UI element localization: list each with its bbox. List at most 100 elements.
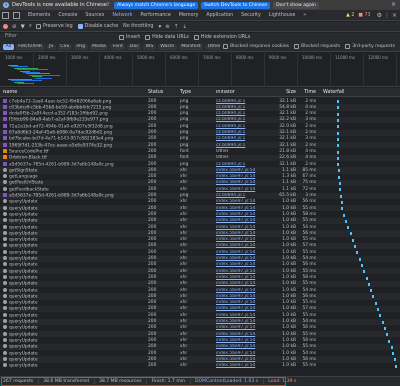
request-name[interactable]: queryUpdate	[3, 205, 143, 211]
blocked-requests-checkbox[interactable]	[294, 44, 299, 49]
type-filter-manifest[interactable]: Manifest	[178, 43, 204, 50]
request-name[interactable]: c03bdcdf-c5bb-45b8-be59-abdbb4dc7215.png	[3, 104, 143, 110]
request-name[interactable]: queryUpdate	[3, 356, 143, 362]
type-filter-css[interactable]: CSS	[57, 43, 72, 50]
request-name[interactable]: queryUpdate	[3, 199, 143, 205]
tab-memory[interactable]: Memory	[175, 10, 203, 20]
request-name[interactable]: queryUpdate	[3, 243, 143, 249]
request-name[interactable]: queryUpdate	[3, 230, 143, 236]
request-name[interactable]: queryUpdate	[3, 337, 143, 343]
invert-checkbox[interactable]	[119, 35, 124, 40]
request-name[interactable]: f1fdcb90-84a8-4ab7-a2af-9fb9e233e977.png	[3, 117, 143, 123]
tab-sources[interactable]: Sources	[81, 10, 108, 20]
disable-cache-checkbox[interactable]	[77, 24, 83, 29]
request-name[interactable]: getSignState	[3, 167, 143, 173]
switch-to-chinese-button[interactable]: Switch DevTools to Chinese	[201, 1, 271, 9]
request-name[interactable]: c7eb4a72-2aa0-4aac-bc52-f9d82066a6ab.png	[3, 98, 143, 104]
warning-count-badge[interactable]: ▲ 2	[346, 13, 354, 18]
type-filter-doc[interactable]: Doc	[127, 43, 142, 50]
hide-extension-urls-checkbox[interactable]	[193, 35, 199, 40]
clear-icon[interactable]: ⊘	[12, 24, 17, 30]
request-name[interactable]: queryUpdate	[3, 325, 143, 331]
blocked-cookies-checkbox[interactable]	[223, 44, 228, 49]
record-icon[interactable]	[3, 24, 8, 29]
request-name[interactable]: a5d5637e-785d-4261-b989-3d7a6b148a9c.png	[3, 161, 143, 167]
request-name[interactable]: bd7bcabe-bd7d-4a71-b143-957c882383e4.png	[3, 136, 143, 142]
always-match-language-button[interactable]: Always match Chrome's language	[114, 1, 199, 9]
type-filter-all[interactable]: All	[3, 43, 14, 50]
error-count-badge[interactable]: ■ 73	[358, 13, 370, 18]
wifi-icon[interactable]: ≋	[165, 24, 170, 30]
request-name[interactable]: 1965f7d1-253b-47ec-aaae-e5e6e9374e32.png	[3, 142, 143, 148]
request-name[interactable]: queryUpdate	[3, 319, 143, 325]
dont-show-again-button[interactable]: Don't show again	[273, 1, 319, 9]
request-name[interactable]: queryUpdate	[3, 312, 143, 318]
tab-application[interactable]: Application	[202, 10, 237, 20]
request-name[interactable]: queryUpdate	[3, 331, 143, 337]
throttling-select[interactable]: No throttling	[123, 24, 153, 29]
type-filter-other[interactable]: Other	[205, 43, 221, 50]
request-name[interactable]: queryUpdate	[3, 211, 143, 217]
tab-network[interactable]: Network	[108, 10, 137, 20]
request-name[interactable]: queryUpdate	[3, 306, 143, 312]
download-icon[interactable]: ⇣	[182, 24, 187, 30]
column-name-header[interactable]: Name	[3, 90, 143, 95]
tab-security[interactable]: Security	[237, 10, 265, 20]
type-filter-media[interactable]: Media	[89, 43, 109, 50]
request-name[interactable]: 72a2a1bd-ad72-494b-91a0-e9207e5f32d8.png	[3, 123, 143, 129]
network-overview-timeline[interactable]: 1000 ms 2000 ms 3000 ms 4000 ms 5000 ms 6000 …	[0, 53, 400, 87]
request-name[interactable]: queryUpdate	[3, 350, 143, 356]
upload-icon[interactable]: ⇡	[174, 24, 179, 30]
tab--[interactable]: »	[299, 10, 310, 20]
request-name[interactable]: queryUpdate	[3, 363, 143, 369]
type-filter-font[interactable]: Font	[110, 43, 126, 50]
close-devtools-icon[interactable]: ×	[392, 12, 397, 19]
request-name[interactable]: Orbitron-Black.ttf	[3, 155, 143, 161]
request-name[interactable]: queryUpdate	[3, 287, 143, 293]
chevron-down-icon[interactable]: ▾	[158, 24, 161, 30]
gear-icon[interactable]: ⚙	[377, 12, 382, 19]
request-name[interactable]: queryUpdate	[3, 256, 143, 262]
close-icon[interactable]: ×	[391, 1, 396, 8]
third-party-checkbox[interactable]	[345, 44, 351, 49]
request-name[interactable]: dcda0f5b-2a0f-4ecd-a352-f183c1f6bd92.png	[3, 111, 143, 117]
tab-elements[interactable]: Elements	[24, 10, 54, 20]
preserve-log-checkbox[interactable]	[35, 24, 41, 29]
type-filter-wasm[interactable]: Wasm	[157, 43, 177, 50]
request-name[interactable]: queryUpdate	[3, 300, 143, 306]
type-filter-ws[interactable]: WS	[143, 43, 156, 50]
request-name[interactable]: SourceCodePro.ttf	[3, 148, 143, 154]
request-name[interactable]: queryUpdate	[3, 237, 143, 243]
request-name[interactable]: queryUpdate	[3, 249, 143, 255]
type-filter-fetch-xhr[interactable]: Fetch/XHR	[15, 43, 45, 50]
tab-lighthouse[interactable]: Lighthouse	[265, 10, 299, 20]
type-filter-js[interactable]: JS	[46, 43, 56, 50]
request-name[interactable]: queryUpdate	[3, 218, 143, 224]
request-name[interactable]: queryUpdate	[3, 293, 143, 299]
request-name[interactable]: queryUpdate	[3, 344, 143, 350]
column-type-header[interactable]: Type	[180, 90, 210, 95]
inspect-element-icon[interactable]	[2, 11, 9, 19]
column-status-header[interactable]: Status	[148, 90, 176, 95]
filter-icon[interactable]: ▼	[21, 24, 25, 30]
column-size-header[interactable]: Size	[276, 90, 296, 95]
request-name[interactable]: queryUpdate	[3, 262, 143, 268]
request-name[interactable]: getPostUrlState	[3, 180, 143, 186]
request-name[interactable]: queryUpdate	[3, 224, 143, 230]
tab-console[interactable]: Console	[54, 10, 81, 20]
column-time-header[interactable]: Time	[298, 90, 316, 95]
request-name[interactable]: queryUpdate	[3, 268, 143, 274]
hide-data-urls-checkbox[interactable]	[145, 35, 151, 40]
request-name[interactable]: getFeedbackState	[3, 186, 143, 192]
device-toolbar-icon[interactable]	[13, 11, 20, 19]
table-row[interactable]: queryUpdate 200 xhr index.5be97.js:54 1.0 kB…	[0, 363, 400, 369]
type-filter-img[interactable]: Img	[73, 43, 88, 50]
search-icon[interactable]: ⌕	[29, 23, 32, 30]
filter-input[interactable]: Filter	[3, 34, 113, 41]
request-name[interactable]: a5d5637e-785d-4261-b989-3d7a6b148a9c.png	[3, 193, 143, 199]
request-name[interactable]: queryUpdate	[3, 281, 143, 287]
request-name[interactable]: 67a8d6b3-24af-45a6-b086-0a7dac92d6d2.png	[3, 130, 143, 136]
column-waterfall-header[interactable]: Waterfall	[320, 90, 400, 98]
request-name[interactable]: queryUpdate	[3, 274, 143, 280]
tab-performance[interactable]: Performance	[136, 10, 174, 20]
